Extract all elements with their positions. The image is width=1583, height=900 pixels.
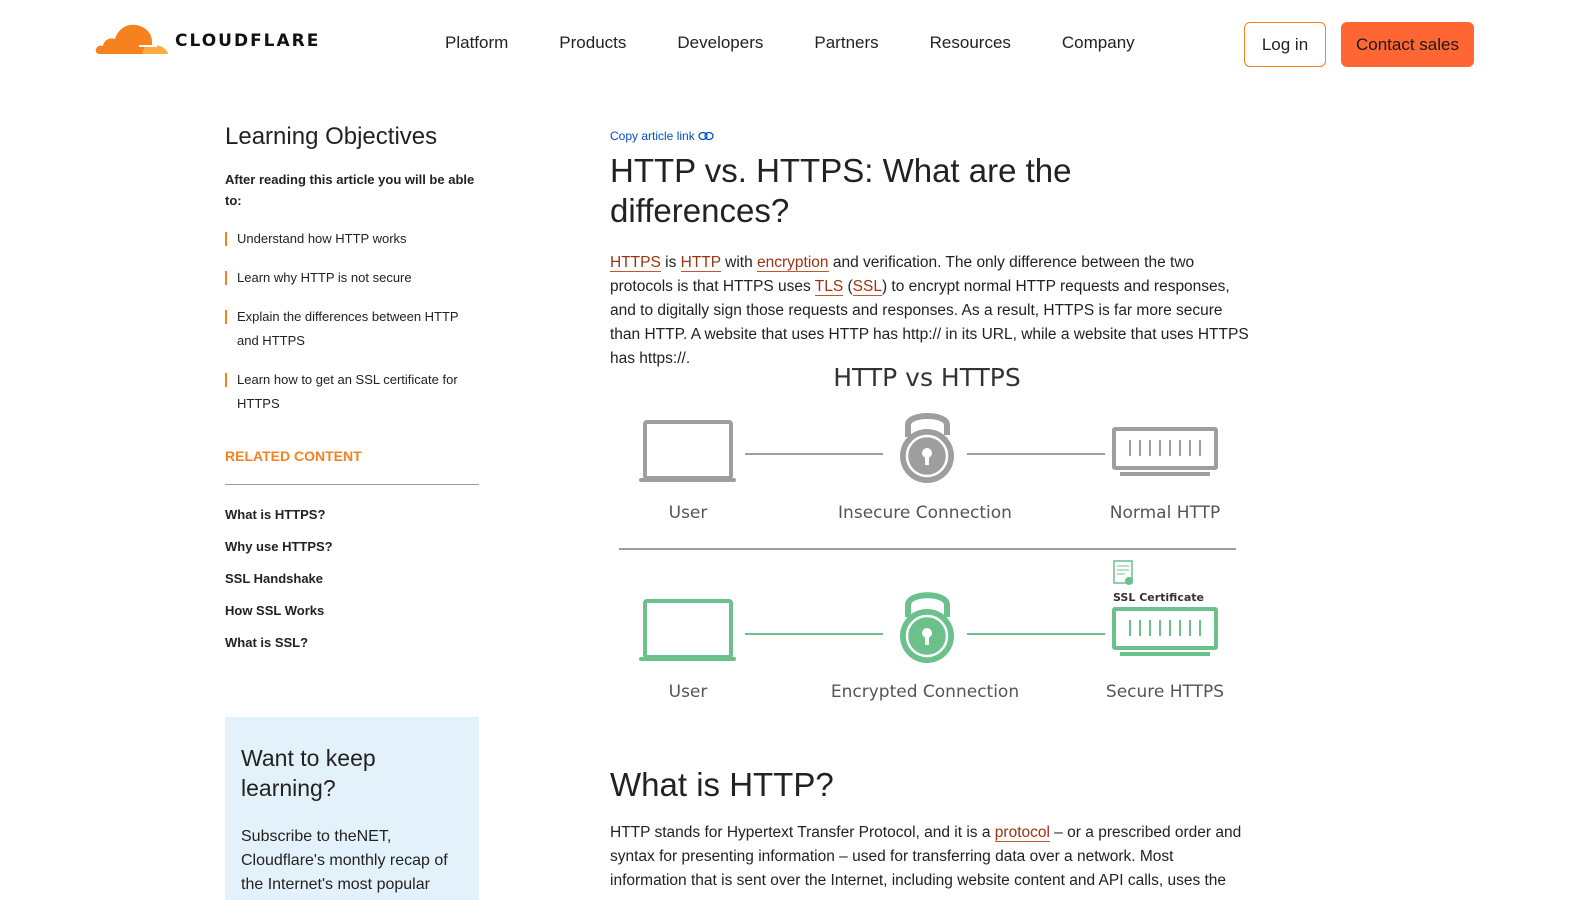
contact-sales-button[interactable]: Contact sales: [1341, 22, 1474, 67]
site-header: CLOUDFLARE Platform Products Developers …: [0, 0, 1583, 90]
cloud-logo-icon: [95, 24, 168, 54]
promo-text: Subscribe to theNET, Cloudflare's monthl…: [241, 828, 448, 893]
label-encrypted-connection: Encrypted Connection: [830, 682, 1020, 702]
laptop-icon: [639, 420, 736, 482]
related-link-how-ssl-works[interactable]: How SSL Works: [225, 601, 479, 621]
nav-platform[interactable]: Platform: [445, 33, 508, 53]
link-https[interactable]: HTTPS: [610, 254, 661, 272]
intro-text: with: [720, 254, 758, 271]
link-http[interactable]: HTTP: [680, 254, 721, 272]
logo-wordmark: CLOUDFLARE: [175, 31, 321, 51]
secure-server-icon: [1112, 607, 1218, 656]
label-user-insecure: User: [668, 503, 708, 523]
diagram-graphic: [619, 413, 1236, 663]
label-user-secure: User: [668, 682, 708, 702]
learning-objectives-title: Learning Objectives: [225, 123, 438, 150]
sidebar: Learning Objectives After reading this a…: [225, 123, 479, 665]
related-link-what-is-https[interactable]: What is HTTPS?: [225, 505, 479, 525]
nav-developers[interactable]: Developers: [677, 33, 763, 53]
section-title-what-is-http: What is HTTP?: [610, 766, 834, 803]
label-insecure-connection: Insecure Connection: [838, 503, 1012, 523]
related-content-list: What is HTTPS? Why use HTTPS? SSL Handsh…: [225, 505, 479, 653]
cloudflare-logo[interactable]: CLOUDFLARE: [95, 20, 320, 56]
login-button[interactable]: Log in: [1244, 22, 1326, 67]
link-icon: [698, 131, 714, 141]
locked-padlock-icon: [900, 592, 954, 663]
link-encryption[interactable]: encryption: [757, 254, 829, 272]
nav-partners[interactable]: Partners: [814, 33, 878, 53]
copy-link-label: Copy article link: [610, 129, 695, 143]
objective-item: Learn how to get an SSL certificate for …: [225, 368, 479, 416]
section-text: HTTP stands for Hypertext Transfer Proto…: [610, 824, 995, 841]
nav-company[interactable]: Company: [1062, 33, 1135, 53]
related-link-what-is-ssl[interactable]: What is SSL?: [225, 633, 479, 653]
nav-products[interactable]: Products: [559, 33, 626, 53]
nav-resources[interactable]: Resources: [930, 33, 1011, 53]
related-content-title: RELATED CONTENT: [225, 448, 479, 485]
article-main: Copy article link HTTP vs. HTTPS: What a…: [610, 127, 1250, 371]
copy-article-link[interactable]: Copy article link: [610, 129, 714, 143]
learning-objectives-intro: After reading this article you will be a…: [225, 172, 475, 208]
objective-item: Understand how HTTP works: [225, 227, 479, 251]
objectives-list: Understand how HTTP works Learn why HTTP…: [225, 227, 479, 416]
server-icon: [1112, 427, 1218, 476]
newsletter-promo: Want to keep learning? Subscribe to theN…: [225, 717, 479, 900]
label-ssl-certificate: SSL Certificate: [1113, 591, 1204, 604]
intro-text: is: [660, 254, 681, 271]
label-secure-https: Secure HTTPS: [1105, 682, 1225, 702]
link-tls[interactable]: TLS: [814, 278, 844, 296]
link-ssl[interactable]: SSL: [852, 278, 882, 296]
intro-text: (: [843, 278, 853, 295]
main-nav: Platform Products Developers Partners Re…: [445, 33, 1186, 53]
unlocked-padlock-icon: [900, 413, 954, 483]
section-paragraph: HTTP stands for Hypertext Transfer Proto…: [610, 821, 1250, 893]
related-link-ssl-handshake[interactable]: SSL Handshake: [225, 569, 479, 589]
promo-title: Want to keep learning?: [241, 745, 376, 801]
objective-item: Learn why HTTP is not secure: [225, 266, 479, 290]
ssl-certificate-icon: [1113, 560, 1133, 585]
http-vs-https-diagram: HTTP vs HTTPS User Insecure Connection N…: [610, 355, 1250, 715]
secure-laptop-icon: [639, 599, 736, 661]
article-title: HTTP vs. HTTPS: What are the differences…: [610, 152, 1072, 229]
link-protocol[interactable]: protocol: [994, 824, 1050, 842]
objective-item: Explain the differences between HTTP and…: [225, 305, 479, 353]
intro-paragraph: HTTPS is HTTP with encryption and verifi…: [610, 251, 1250, 371]
label-normal-http: Normal HTTP: [1109, 503, 1221, 523]
related-link-why-use-https[interactable]: Why use HTTPS?: [225, 537, 479, 557]
